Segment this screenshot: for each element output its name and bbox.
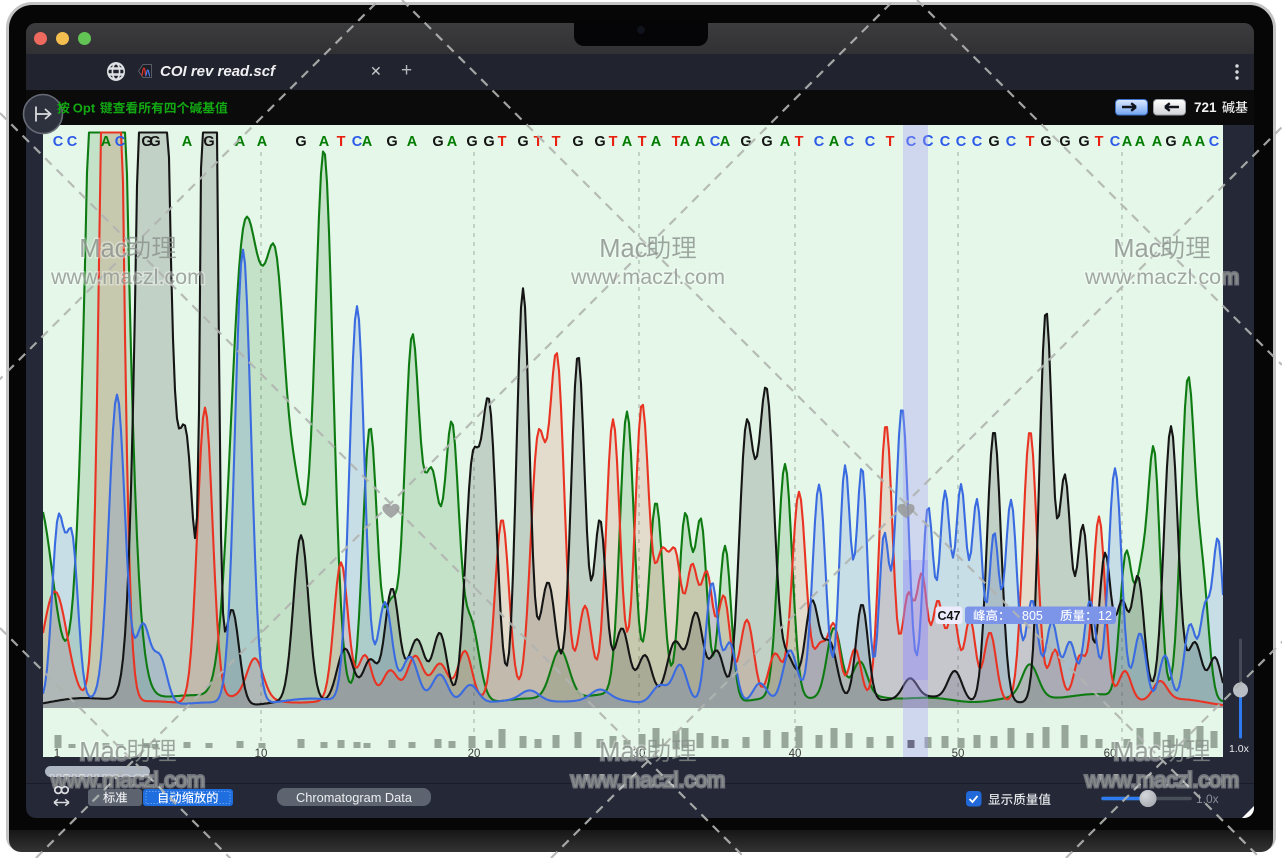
svg-text:A: A <box>407 134 418 150</box>
svg-text:C: C <box>865 134 876 150</box>
svg-text:C: C <box>67 134 78 150</box>
svg-text:G: G <box>517 134 528 150</box>
svg-text:50: 50 <box>952 748 965 757</box>
svg-text:G: G <box>432 134 443 150</box>
svg-text:T: T <box>638 134 647 150</box>
svg-text:G: G <box>594 134 605 150</box>
svg-text:A: A <box>319 134 330 150</box>
svg-text:G: G <box>386 134 397 150</box>
svg-text:T: T <box>552 134 561 150</box>
svg-text:A: A <box>1182 134 1193 150</box>
svg-text:A: A <box>651 134 662 150</box>
svg-text:20: 20 <box>468 748 481 757</box>
svg-text:A: A <box>447 134 458 150</box>
svg-text:40: 40 <box>789 748 802 757</box>
svg-text:A: A <box>257 134 268 150</box>
svg-text:721: 721 <box>1194 100 1217 115</box>
svg-text:T: T <box>795 134 804 150</box>
svg-text:G: G <box>761 134 772 150</box>
svg-text:C: C <box>115 134 126 150</box>
svg-text:A: A <box>780 134 791 150</box>
svg-text:T: T <box>1026 134 1035 150</box>
svg-text:T: T <box>886 134 895 150</box>
svg-text:A: A <box>680 134 691 150</box>
svg-text:1.0x: 1.0x <box>1196 792 1219 806</box>
svg-text:G: G <box>988 134 999 150</box>
svg-text:C: C <box>1006 134 1017 150</box>
svg-text:G: G <box>1059 134 1070 150</box>
svg-text:10: 10 <box>255 748 268 757</box>
svg-text:T: T <box>534 134 543 150</box>
svg-text:C: C <box>972 134 983 150</box>
svg-text:G: G <box>740 134 751 150</box>
svg-text:Chromatogram Data: Chromatogram Data <box>296 790 413 805</box>
svg-text:C: C <box>844 134 855 150</box>
svg-text:G: G <box>1040 134 1051 150</box>
svg-text:A: A <box>101 134 112 150</box>
svg-text:C: C <box>1110 134 1121 150</box>
svg-text:C: C <box>53 134 64 150</box>
svg-text:A: A <box>622 134 633 150</box>
svg-text:A: A <box>829 134 840 150</box>
svg-text:805: 805 <box>1022 609 1043 623</box>
svg-text:A: A <box>1195 134 1206 150</box>
svg-text:T: T <box>609 134 618 150</box>
svg-text:30: 30 <box>633 748 646 757</box>
svg-text:A: A <box>1135 134 1146 150</box>
svg-text:A: A <box>235 134 246 150</box>
svg-text:60: 60 <box>1104 748 1117 757</box>
svg-text:A: A <box>1122 134 1133 150</box>
svg-text:A: A <box>182 134 193 150</box>
svg-text:G: G <box>149 134 160 150</box>
svg-text:A: A <box>720 134 731 150</box>
svg-text:G: G <box>1165 134 1176 150</box>
svg-text:C: C <box>1209 134 1220 150</box>
svg-text:G: G <box>295 134 306 150</box>
svg-text:1.0x: 1.0x <box>1229 743 1250 755</box>
svg-text:G: G <box>483 134 494 150</box>
svg-text:G: G <box>466 134 477 150</box>
svg-text:T: T <box>337 134 346 150</box>
svg-text:C: C <box>814 134 825 150</box>
svg-text:G: G <box>203 134 214 150</box>
svg-text:A: A <box>695 134 706 150</box>
svg-text:C: C <box>956 134 967 150</box>
svg-text:G: G <box>1078 134 1089 150</box>
svg-text:Opt: Opt <box>73 101 96 116</box>
svg-text:T: T <box>498 134 507 150</box>
svg-text:1: 1 <box>54 748 60 757</box>
svg-text:12: 12 <box>1098 609 1112 623</box>
svg-text:C47: C47 <box>938 609 961 623</box>
svg-text:A: A <box>362 134 373 150</box>
svg-text:T: T <box>1095 134 1104 150</box>
svg-text:G: G <box>572 134 583 150</box>
svg-text:A: A <box>1152 134 1163 150</box>
svg-text:C: C <box>940 134 951 150</box>
